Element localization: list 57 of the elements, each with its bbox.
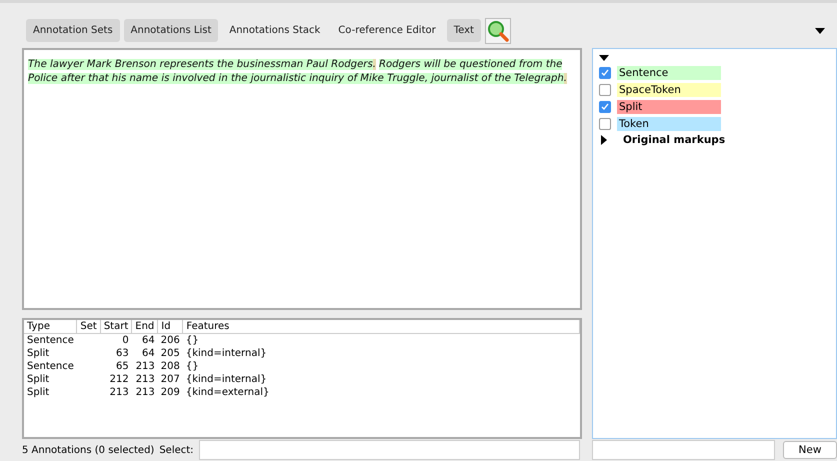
select-field[interactable] (198, 440, 580, 460)
table-cell-text: Sentence (26, 360, 75, 373)
table-cell: 0 (100, 334, 132, 347)
search-button[interactable] (484, 18, 511, 44)
table-cell: 206 (158, 334, 183, 347)
checkbox[interactable] (599, 118, 611, 130)
toolbar-button[interactable]: Co-reference Editor (331, 19, 443, 42)
annotation-set-name[interactable]: Original markups (623, 134, 726, 146)
toolbar-button[interactable]: Annotations List (124, 19, 218, 42)
annotation-type-label[interactable]: SpaceToken (617, 83, 721, 97)
new-button[interactable]: New (783, 441, 837, 459)
table-cell-text: 65 (115, 360, 130, 373)
table-cell-text: 64 (141, 347, 156, 360)
table-cell-text: 213 (108, 386, 130, 399)
table-cell-text: 207 (160, 373, 181, 386)
search-icon (486, 20, 509, 42)
checkbox[interactable] (599, 67, 611, 79)
table-cell-text: 213 (134, 360, 156, 373)
toolbar-button[interactable]: Annotations Stack (222, 19, 328, 42)
caret-down-icon[interactable] (815, 26, 825, 36)
table-cell: Sentence (24, 334, 77, 347)
toolbar-button[interactable]: Annotation Sets (26, 19, 120, 42)
table-cell-text: Split (26, 373, 50, 386)
table-cell: 64 (132, 334, 158, 347)
column-header[interactable]: Features (182, 320, 580, 334)
table-cell-text: {kind=external} (184, 386, 270, 399)
table-cell: {} (182, 334, 580, 347)
table-cell-text: 213 (134, 373, 156, 386)
table-cell-text: {kind=internal} (184, 347, 268, 360)
column-header[interactable]: Set (76, 320, 100, 334)
table-cell-text: Split (26, 386, 50, 399)
annotations-count: 5 Annotations (0 selected) (22, 444, 154, 456)
column-header[interactable]: Type (24, 320, 77, 334)
document-text: The lawyer Mark Brenson represents the businessman Paul Rodgers. Rodgers will be questioned from the Police after that his name is involved in the journalistic inquiry of Mike Truggle, journalist of the Telegraph. (28, 58, 568, 86)
column-header[interactable]: Id (158, 320, 183, 334)
toolbar-button[interactable]: Text (446, 19, 481, 42)
document-text-area[interactable] (22, 48, 582, 310)
table-cell-text: Split (26, 347, 50, 360)
annotation-type-label[interactable]: Token (617, 117, 721, 131)
select-label: Select: (159, 444, 194, 456)
table-cell-text: 209 (160, 386, 181, 399)
table-cell-text: {kind=internal} (184, 373, 268, 386)
table-cell-text: 213 (134, 386, 156, 399)
new-set-field[interactable] (592, 440, 775, 460)
annotation-type-label[interactable]: Sentence (617, 66, 721, 80)
column-header[interactable]: Start (100, 320, 132, 334)
column-header[interactable]: End (132, 320, 158, 334)
checkbox[interactable] (599, 84, 611, 96)
table-cell-text: {} (184, 360, 200, 373)
table-cell-text: 63 (115, 347, 130, 360)
annotation-type-label[interactable]: Split (617, 100, 721, 114)
table-cell-text: 205 (160, 347, 181, 360)
caret-right-icon[interactable] (599, 135, 609, 145)
checkbox[interactable] (599, 101, 611, 113)
caret-down-icon[interactable] (599, 53, 609, 63)
table-cell-text: 212 (108, 373, 130, 386)
table-cell-text: 208 (160, 360, 181, 373)
